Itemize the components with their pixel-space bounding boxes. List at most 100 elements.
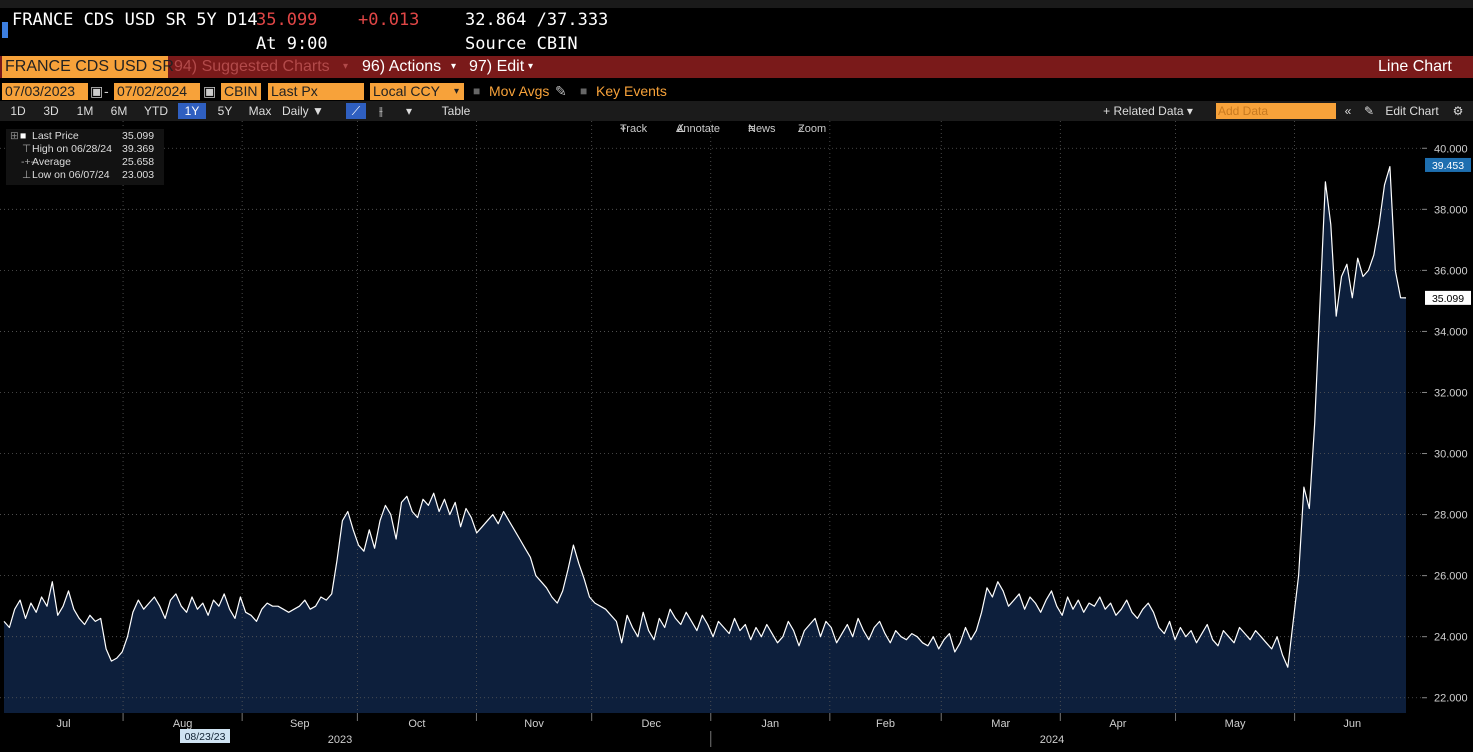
- high-marker-icon: ⊤: [22, 143, 32, 155]
- chart-area[interactable]: 40.000 38.000 36.000 34.000 32.000 30.000 28.0…: [0, 121, 1473, 747]
- function-menubar: FRANCE CDS USD SR 94) Suggested Charts ▾…: [0, 56, 1473, 78]
- style-caret-icon[interactable]: ▾: [402, 103, 416, 119]
- range-button-1d[interactable]: 1D: [6, 103, 30, 119]
- quote-source: Source CBIN: [465, 34, 578, 54]
- x-tick-label: Dec: [641, 718, 661, 730]
- cursor-date-label: 08/23/23: [185, 731, 226, 743]
- data-settings-row: 07/03/2023 ▣ - 07/02/2024 ▣ CBIN Last Px…: [0, 82, 1473, 102]
- date-range-dash: -: [104, 83, 109, 99]
- y-tick-label: 24.000: [1434, 632, 1468, 644]
- y-tick-label: 40.000: [1434, 143, 1468, 155]
- quote-time: At 9:00: [256, 34, 328, 54]
- y-tick-label: 36.000: [1434, 265, 1468, 277]
- x-tick-label: Mar: [991, 718, 1010, 730]
- range-button-3d[interactable]: 3D: [38, 103, 64, 119]
- legend-label: Last Price: [32, 130, 79, 142]
- chart-legend: ⊞ ■ Last Price 35.099 ⊤ High on 06/28/24…: [6, 129, 164, 185]
- edit-menu[interactable]: 97) Edit: [469, 56, 524, 78]
- mov-avgs-checkbox[interactable]: ■: [473, 83, 480, 100]
- last-price-value: 35.099: [256, 10, 318, 30]
- actions-menu[interactable]: 96) Actions: [362, 56, 441, 78]
- legend-row-average: -+- Average 25.658: [6, 156, 164, 169]
- edit-chart-pencil-icon[interactable]: ✎: [1362, 103, 1376, 119]
- zoom-label: Zoom: [798, 123, 827, 135]
- x-tick-label: Jul: [57, 718, 71, 730]
- price-chart[interactable]: 40.000 38.000 36.000 34.000 32.000 30.000 28.0…: [0, 121, 1473, 747]
- collapse-icon[interactable]: «: [1340, 103, 1356, 119]
- bid-ask-range: 32.864 /37.333: [465, 10, 609, 30]
- start-calendar-icon[interactable]: ▣: [90, 83, 103, 100]
- frequency-caret-icon: ▼: [312, 104, 324, 118]
- related-data-menu[interactable]: + Related Data ▾: [1090, 103, 1206, 119]
- settings-gear-icon[interactable]: ⚙: [1450, 103, 1466, 119]
- selection-marker: [2, 22, 8, 38]
- y-tick-label: 28.000: [1434, 510, 1468, 522]
- legend-swatch-icon: ■: [20, 130, 27, 142]
- range-button-1m[interactable]: 1M: [72, 103, 98, 119]
- series-line: [3, 165, 1407, 668]
- series-area-fill: [4, 166, 1406, 714]
- price-change: +0.013: [358, 10, 420, 30]
- annotate-label: Annotate: [676, 123, 721, 135]
- actions-caret-icon[interactable]: ▾: [451, 56, 456, 78]
- security-name: FRANCE CDS USD SR 5Y D14: [12, 10, 258, 30]
- chart-tools: ⌖ Track ∠ Annotate ≡ News ⌕ Zoom: [614, 121, 846, 137]
- currency-selector[interactable]: Local CCY: [370, 83, 464, 100]
- line-chart-icon[interactable]: ⟋: [346, 103, 366, 119]
- add-data-input[interactable]: Add Data: [1216, 103, 1336, 119]
- x-tick-label: Apr: [1109, 718, 1126, 730]
- range-button-6m[interactable]: 6M: [106, 103, 132, 119]
- security-header: FRANCE CDS USD SR 5Y D14 35.099 +0.013 3…: [0, 8, 1473, 56]
- field-selector[interactable]: Last Px: [268, 83, 364, 100]
- ticker-box[interactable]: FRANCE CDS USD SR: [2, 56, 174, 78]
- legend-value: 35.099: [122, 130, 155, 142]
- suggested-charts-caret-icon[interactable]: ▾: [343, 56, 348, 78]
- range-button-5y[interactable]: 5Y: [212, 103, 238, 119]
- range-button-max[interactable]: Max: [244, 103, 276, 119]
- y-tick-label: 30.000: [1434, 449, 1468, 461]
- low-marker-icon: ⊥: [22, 169, 32, 181]
- source-field[interactable]: CBIN: [221, 83, 261, 100]
- legend-label: High on 06/28/24: [32, 143, 112, 155]
- mov-avgs-label[interactable]: Mov Avgs: [489, 83, 549, 100]
- edit-chart-button[interactable]: Edit Chart: [1380, 103, 1444, 119]
- legend-label: Low on 06/07/24: [32, 169, 110, 181]
- currency-caret-icon[interactable]: ▾: [454, 83, 459, 100]
- frequency-selector[interactable]: Daily ▼: [282, 103, 342, 119]
- legend-value: 23.003: [122, 169, 155, 181]
- suggested-charts-menu[interactable]: 94) Suggested Charts: [174, 56, 330, 78]
- x-tick-label: Aug: [173, 718, 193, 730]
- value-tag-label: 35.099: [1432, 293, 1464, 305]
- key-events-checkbox[interactable]: ■: [580, 83, 587, 100]
- range-button-1y[interactable]: 1Y: [178, 103, 206, 119]
- x-tick-label: Oct: [408, 718, 425, 730]
- legend-value: 25.658: [122, 156, 155, 168]
- legend-row-last: ⊞ ■ Last Price 35.099: [6, 130, 164, 143]
- track-label: Track: [620, 123, 648, 135]
- x-tick-label: Jan: [761, 718, 779, 730]
- bar-style-icon[interactable]: ⫲: [372, 103, 390, 119]
- x-tick-label: May: [1225, 718, 1246, 730]
- news-label: News: [748, 123, 776, 135]
- related-caret-icon: ▾: [1186, 104, 1193, 118]
- y-tick-label: 22.000: [1434, 693, 1468, 705]
- end-calendar-icon[interactable]: ▣: [203, 83, 216, 100]
- edit-caret-icon[interactable]: ▾: [528, 56, 533, 78]
- x-tick-label: Sep: [290, 718, 310, 730]
- range-button-ytd[interactable]: YTD: [140, 103, 172, 119]
- legend-row-low: ⊥ Low on 06/07/24 23.003: [6, 169, 164, 182]
- x-tick-label: Feb: [876, 718, 895, 730]
- x-tick-label: Nov: [524, 718, 544, 730]
- key-events-label[interactable]: Key Events: [596, 83, 667, 100]
- end-date-field[interactable]: 07/02/2024: [114, 83, 200, 100]
- table-button[interactable]: Table: [428, 103, 484, 119]
- year-label: 2024: [1040, 734, 1064, 746]
- year-label: 2023: [328, 734, 352, 746]
- frequency-label: Daily: [282, 104, 309, 118]
- window-title-strip: [0, 0, 1473, 8]
- start-date-field[interactable]: 07/03/2023: [2, 83, 88, 100]
- y-tick-label: 38.000: [1434, 204, 1468, 216]
- pencil-icon[interactable]: ✎: [555, 83, 567, 100]
- legend-row-high: ⊤ High on 06/28/24 39.369: [6, 143, 164, 156]
- y-tick-label: 34.000: [1434, 326, 1468, 338]
